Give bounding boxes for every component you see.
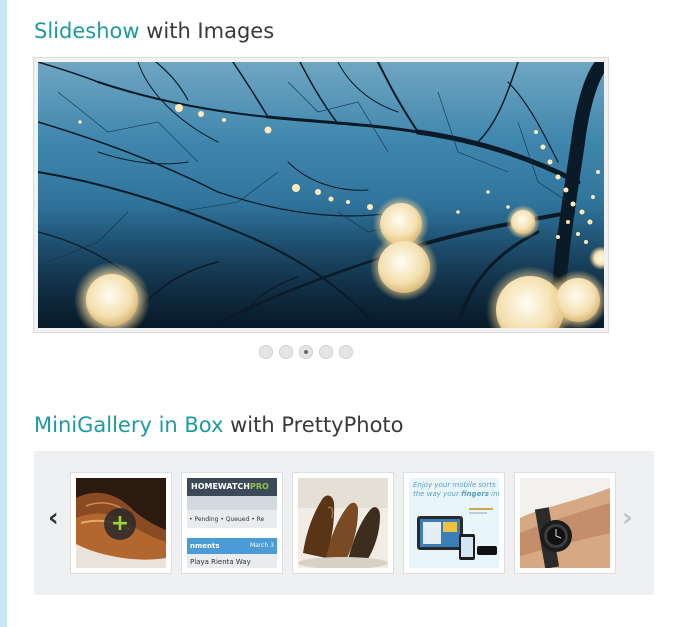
gallery-prev-arrow-icon[interactable]: ‹	[48, 503, 59, 533]
minigallery-heading: MiniGallery in Box with PrettyPhoto	[34, 412, 404, 438]
logo-part-pro: PRO	[249, 482, 269, 491]
homewatchpro-screenshot: HOMEWATCHPRO • Pending • Queued • Re nme…	[187, 478, 277, 568]
slide-dot-4[interactable]	[319, 345, 333, 359]
minigallery-heading-rest: with PrettyPhoto	[223, 413, 404, 437]
logo-part-homewatch: HOMEWATCH	[191, 482, 250, 491]
wristwatch-image	[520, 478, 610, 568]
brown-shoes-image: +	[76, 478, 166, 568]
slide-dot-5[interactable]	[339, 345, 353, 359]
homewatchpro-logo: HOMEWATCHPRO	[191, 482, 269, 491]
minigallery-heading-accent: MiniGallery in Box	[34, 413, 224, 437]
slide-dot-2[interactable]	[279, 345, 293, 359]
slideshow-image[interactable]	[38, 62, 604, 328]
slideshow-heading-rest: with Images	[139, 19, 275, 43]
gallery-thumb-mobile-app-ad[interactable]: Enjoy your mobile sorts the way your fin…	[403, 472, 505, 574]
gallery-thumb-leather-shoes[interactable]	[292, 472, 394, 574]
gallery-thumb-homewatchpro[interactable]: HOMEWATCHPRO • Pending • Queued • Re nme…	[181, 472, 283, 574]
mobile-app-ad-image: Enjoy your mobile sorts the way your fin…	[409, 478, 499, 568]
gallery-next-arrow-icon[interactable]: ›	[622, 503, 633, 533]
slideshow-heading-accent: Slideshow	[34, 19, 140, 43]
app-header-bar: HOMEWATCHPRO	[187, 478, 277, 496]
slideshow-frame	[33, 57, 609, 333]
leather-shoes-image	[298, 478, 388, 568]
zoom-plus-icon[interactable]: +	[104, 508, 136, 540]
minigallery-box: ‹ + HOMEWATCHPRO • Pending • Queued • Re…	[34, 451, 654, 595]
section-label: nments	[190, 542, 220, 550]
slide-dot-1[interactable]	[259, 345, 273, 359]
status-legend: • Pending • Queued • Re	[189, 516, 265, 523]
address-text: Playa Rienta Way	[190, 558, 251, 566]
section-date: March 3	[249, 542, 274, 549]
gallery-thumb-wristwatch[interactable]	[514, 472, 616, 574]
slideshow-heading: Slideshow with Images	[34, 18, 274, 44]
gallery-thumb-brown-shoes[interactable]: +	[70, 472, 172, 574]
left-accent-strip	[0, 0, 7, 627]
slide-dot-3-active[interactable]	[299, 345, 313, 359]
